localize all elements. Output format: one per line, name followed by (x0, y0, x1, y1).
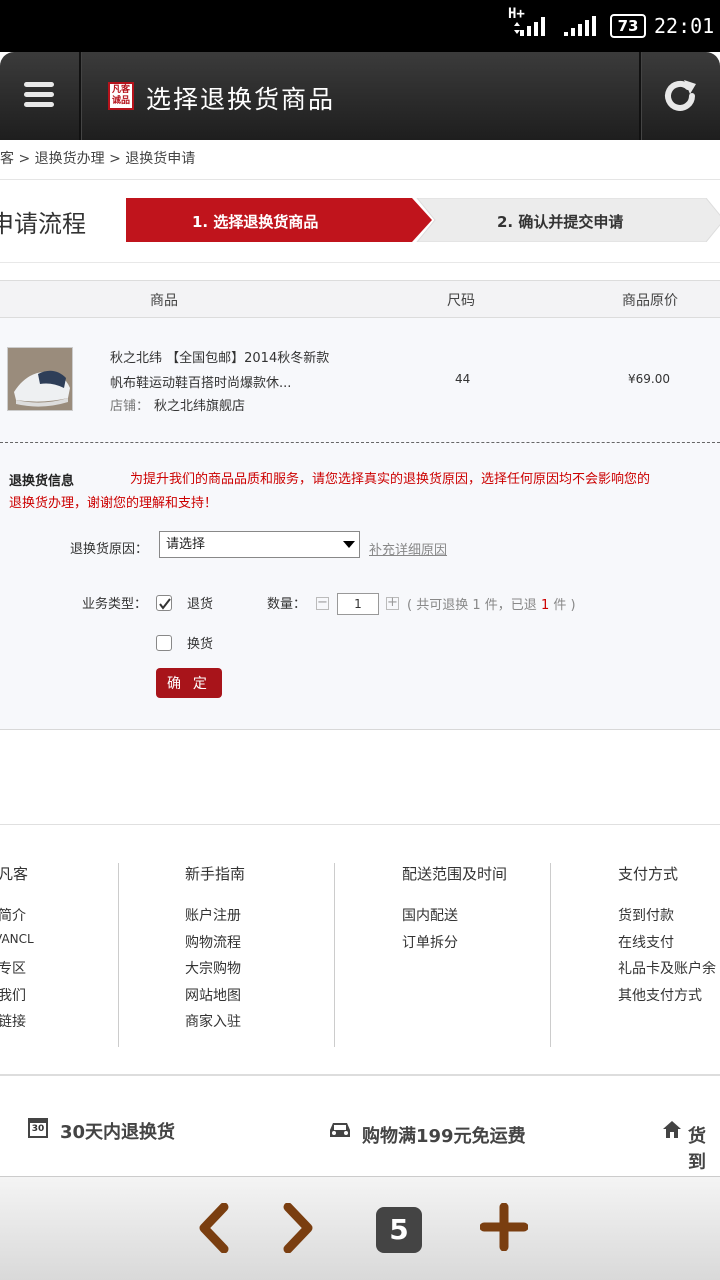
footer-link[interactable]: 专区 (0, 958, 26, 978)
promo-bar: 30 30天内退换货 购物满199元免运费 货到 (0, 1078, 720, 1174)
table-row: 秋之北纬 【全国包邮】2014秋冬新款 帆布鞋运动鞋百搭时尚爆款休... 店铺：… (0, 318, 720, 443)
footer-link[interactable]: 链接 (0, 1011, 26, 1031)
page-title: 选择退换货商品 (146, 85, 336, 114)
promo-return: 30天内退换货 (60, 1122, 176, 1143)
footer-link[interactable]: 其他支付方式 (618, 985, 702, 1005)
footer-link[interactable]: 货到付款 (618, 905, 674, 925)
app-header: 凡客诚品 选择退换货商品 (0, 52, 720, 140)
type-label: 业务类型： (82, 597, 148, 612)
option-exchange-label: 换货 (187, 637, 214, 652)
chevron-down-icon (343, 541, 355, 548)
footer-link[interactable]: 国内配送 (402, 905, 458, 925)
table-header: 商品 尺码 商品原价 (0, 280, 720, 318)
calendar-number: 30 (31, 1124, 45, 1134)
qty-note: ( 共可退换 1 件，已退 1 件 ) (407, 594, 576, 613)
confirm-button[interactable]: 确 定 (156, 668, 222, 698)
promo-free-shipping: 购物满199元免运费 (362, 1126, 526, 1147)
footer-link[interactable]: 商家入驻 (185, 1011, 241, 1031)
footer-heading-vancl: 凡客 (0, 865, 29, 883)
return-checkbox[interactable] (156, 595, 172, 611)
qty-increase-button[interactable]: + (386, 596, 399, 610)
footer-heading-guide: 新手指南 (185, 865, 246, 883)
plus-icon[interactable] (480, 1203, 528, 1251)
menu-button[interactable] (0, 52, 80, 140)
product-title-line1[interactable]: 秋之北纬 【全国包邮】2014秋冬新款 (110, 347, 329, 366)
process-label: 申请流程 (0, 210, 86, 238)
promo-cod: 货到 (688, 1126, 706, 1173)
col-price: 商品原价 (622, 293, 678, 309)
col-size: 尺码 (447, 293, 475, 309)
notice-line2: 退换货办理，谢谢您的理解和支持！ (9, 496, 218, 511)
product-image[interactable] (7, 347, 73, 411)
footer-link[interactable]: 我们 (0, 985, 26, 1005)
forward-arrow-icon[interactable] (280, 1203, 316, 1253)
refresh-icon (665, 80, 696, 111)
footer-link[interactable]: 礼品卡及账户余 (618, 958, 716, 978)
shop-label: 店铺： (110, 399, 150, 414)
qty-total: 1 (472, 598, 481, 613)
qty-input[interactable]: 1 (337, 593, 379, 615)
footer-link[interactable]: 在线支付 (618, 932, 674, 952)
tab-count-button[interactable]: 5 (376, 1207, 422, 1253)
clock: 22:01 (654, 14, 715, 38)
footer-link[interactable]: 账户注册 (185, 905, 241, 925)
qty-note-mid: 件，已退 (484, 598, 537, 613)
battery-icon: 73 (610, 14, 646, 38)
car-icon (330, 1123, 350, 1137)
exchange-checkbox[interactable] (156, 635, 172, 651)
footer-link[interactable]: 网站地图 (185, 985, 241, 1005)
qty-note-suffix: 件 ) (553, 598, 576, 613)
step-2: 2. 确认并提交申请 (497, 213, 624, 231)
footer-heading-payment: 支付方式 (618, 865, 679, 883)
option-return-label: 退货 (187, 597, 214, 612)
calendar-icon: 30 (28, 1118, 48, 1138)
product-title-line2[interactable]: 帆布鞋运动鞋百搭时尚爆款休... (110, 372, 291, 391)
home-icon (663, 1121, 681, 1138)
footer-link[interactable]: 大宗购物 (185, 958, 241, 978)
product-price: ¥69.00 (628, 372, 670, 386)
product-size: 44 (455, 372, 471, 386)
return-info-heading: 退换货信息 (9, 474, 75, 489)
footer-link[interactable]: 订单拆分 (402, 932, 458, 952)
browser-bottom-nav: 5 (0, 1176, 720, 1280)
status-bar: H+ 73 22:01 (0, 0, 720, 52)
qty-label: 数量： (267, 597, 307, 612)
footer-link[interactable]: VANCL (0, 932, 34, 946)
shop-name[interactable]: 秋之北纬旗舰店 (154, 395, 245, 414)
signal-icon (514, 17, 545, 36)
return-info-section: 退换货信息 为提升我们的商品品质和服务，请您选择真实的退换货原因，选择任何原因均… (0, 443, 720, 730)
reason-select[interactable]: 请选择 (159, 531, 360, 558)
qty-note-prefix: ( 共可退换 (407, 598, 469, 613)
notice-line1: 为提升我们的商品品质和服务，请您选择真实的退换货原因，选择任何原因均不会影响您的 (130, 472, 651, 487)
breadcrumb[interactable]: 客 > 退换货办理 > 退换货申请 (0, 140, 720, 180)
refresh-button[interactable] (640, 52, 720, 140)
qty-returned: 1 (540, 598, 550, 613)
reason-select-value: 请选择 (166, 537, 206, 552)
signal-icon (564, 16, 596, 36)
footer-link[interactable]: 购物流程 (185, 932, 241, 952)
footer-heading-delivery: 配送范围及时间 (402, 865, 508, 883)
qty-decrease-button[interactable]: − (316, 596, 329, 610)
step-1: 1. 选择退换货商品 (192, 213, 319, 231)
brand-logo: 凡客诚品 (108, 82, 134, 110)
back-arrow-icon[interactable] (196, 1203, 232, 1253)
reason-label: 退换货原因： (70, 542, 149, 557)
col-product: 商品 (150, 293, 178, 309)
footer-link[interactable]: 简介 (0, 905, 26, 925)
reason-detail-link[interactable]: 补充详细原因 (369, 539, 447, 558)
footer-links: 凡客 简介 VANCL 专区 我们 链接 新手指南 账户注册 购物流程 大宗购物… (0, 824, 720, 1076)
process-steps: 申请流程 1. 选择退换货商品 2. 确认并提交申请 (0, 181, 720, 263)
